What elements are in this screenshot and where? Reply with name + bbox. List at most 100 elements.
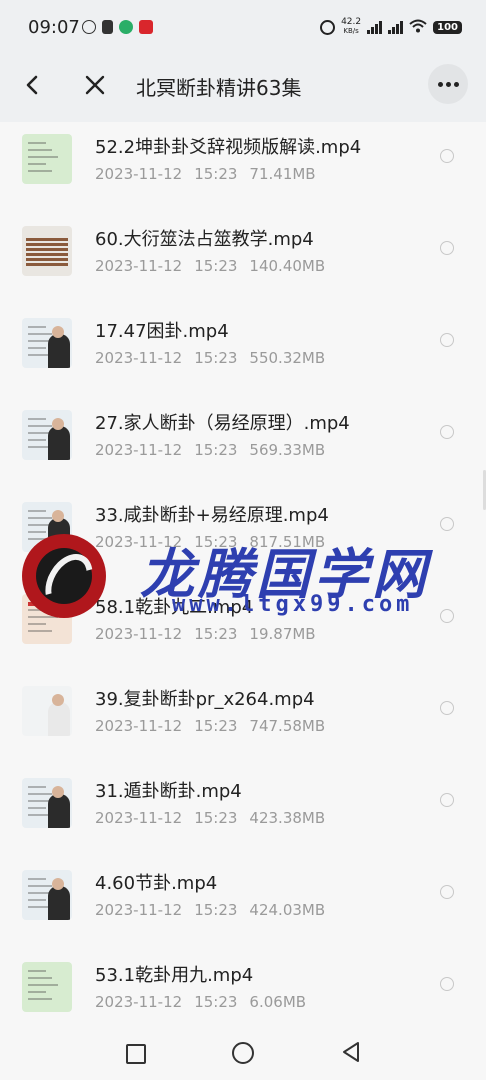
file-name: 27.家人断卦（易经原理）.mp4 (95, 413, 350, 434)
system-back-button[interactable] (340, 1040, 362, 1064)
file-list-item[interactable]: 4.60节卦.mp4 2023-11-12 15:23 424.03MB (0, 864, 486, 956)
video-thumbnail (22, 594, 72, 644)
select-radio[interactable] (440, 793, 454, 807)
select-radio[interactable] (440, 885, 454, 899)
video-thumbnail (22, 962, 72, 1012)
select-radio[interactable] (440, 333, 454, 347)
chevron-left-icon (26, 75, 38, 95)
app-header: 北冥断卦精讲63集 (0, 48, 486, 122)
file-list-item[interactable]: 39.复卦断卦pr_x264.mp4 2023-11-12 15:23 747.58M… (0, 680, 486, 772)
file-meta: 2023-11-12 15:23 19.87MB (95, 625, 316, 643)
speed-unit: KB/s (343, 27, 359, 35)
file-size: 423.38MB (249, 809, 326, 827)
select-radio[interactable] (440, 425, 454, 439)
k-app-icon (82, 20, 96, 34)
recent-apps-button[interactable] (126, 1044, 146, 1064)
file-size: 6.06MB (249, 993, 307, 1011)
file-meta: 2023-11-12 15:23 6.06MB (95, 993, 306, 1011)
battery-indicator: 100 (433, 20, 462, 34)
file-list-item[interactable]: 53.1乾卦用九.mp4 2023-11-12 15:23 6.06MB (0, 956, 486, 1018)
select-radio[interactable] (440, 241, 454, 255)
file-size: 747.58MB (249, 717, 326, 735)
select-radio[interactable] (440, 517, 454, 531)
select-radio[interactable] (440, 609, 454, 623)
file-time: 15:23 (194, 165, 238, 183)
file-date: 2023-11-12 (95, 165, 183, 183)
file-meta: 2023-11-12 15:23 550.32MB (95, 349, 325, 367)
file-list: 52.2坤卦卦爻辞视频版解读.mp4 2023-11-12 15:23 71.41MB… (0, 122, 486, 1018)
file-name: 17.47困卦.mp4 (95, 321, 229, 342)
file-time: 15:23 (194, 625, 238, 643)
file-date: 2023-11-12 (95, 257, 183, 275)
file-time: 15:23 (194, 441, 238, 459)
home-button[interactable] (232, 1042, 254, 1064)
file-date: 2023-11-12 (95, 993, 183, 1011)
wechat-icon (119, 20, 133, 34)
file-size: 71.41MB (249, 165, 316, 183)
file-list-item[interactable]: 31.遁卦断卦.mp4 2023-11-12 15:23 423.38MB (0, 772, 486, 864)
close-button[interactable] (80, 70, 110, 100)
select-radio[interactable] (440, 149, 454, 163)
more-options-button[interactable] (428, 64, 468, 104)
file-list-item[interactable]: 27.家人断卦（易经原理）.mp4 2023-11-12 15:23 569.33MB (0, 404, 486, 496)
file-size: 424.03MB (249, 901, 326, 919)
file-date: 2023-11-12 (95, 625, 183, 643)
file-time: 15:23 (194, 717, 238, 735)
status-time: 09:07 (28, 17, 80, 38)
file-meta: 2023-11-12 15:23 747.58MB (95, 717, 325, 735)
clipboard-icon (102, 20, 113, 34)
select-radio[interactable] (440, 701, 454, 715)
file-time: 15:23 (194, 533, 238, 551)
file-meta: 2023-11-12 15:23 423.38MB (95, 809, 325, 827)
more-dots-icon (437, 81, 459, 87)
video-thumbnail (22, 318, 72, 368)
file-name: 31.遁卦断卦.mp4 (95, 781, 242, 802)
file-size: 140.40MB (249, 257, 326, 275)
file-size: 550.32MB (249, 349, 326, 367)
video-thumbnail (22, 778, 72, 828)
back-button[interactable] (20, 70, 46, 100)
signal-2-icon (388, 20, 404, 34)
status-bar: 09:07 42.2 KB/s 100 (0, 0, 486, 48)
alarm-icon (320, 19, 336, 35)
notification-icons (82, 20, 153, 34)
triangle-back-icon (343, 1042, 359, 1062)
file-date: 2023-11-12 (95, 717, 183, 735)
file-name: 4.60节卦.mp4 (95, 873, 218, 894)
close-icon (85, 75, 105, 95)
status-indicators: 42.2 KB/s 100 (320, 18, 462, 36)
file-time: 15:23 (194, 901, 238, 919)
page-title: 北冥断卦精讲63集 (136, 76, 302, 100)
network-speed: 42.2 KB/s (341, 18, 361, 36)
file-time: 15:23 (194, 993, 238, 1011)
file-list-item[interactable]: 52.2坤卦卦爻辞视频版解读.mp4 2023-11-12 15:23 71.41MB (0, 128, 486, 220)
file-meta: 2023-11-12 15:23 817.51MB (95, 533, 325, 551)
file-size: 19.87MB (249, 625, 316, 643)
video-thumbnail (22, 410, 72, 460)
file-date: 2023-11-12 (95, 349, 183, 367)
file-list-item[interactable]: 60.大衍筮法占筮教学.mp4 2023-11-12 15:23 140.40MB (0, 220, 486, 312)
file-time: 15:23 (194, 809, 238, 827)
file-meta: 2023-11-12 15:23 71.41MB (95, 165, 316, 183)
speed-value: 42.2 (341, 17, 362, 27)
file-size: 817.51MB (249, 533, 326, 551)
video-thumbnail (22, 870, 72, 920)
file-list-item[interactable]: 33.咸卦断卦+易经原理.mp4 2023-11-12 15:23 817.51MB (0, 496, 486, 588)
file-name: 53.1乾卦用九.mp4 (95, 965, 254, 986)
file-list-item[interactable]: 17.47困卦.mp4 2023-11-12 15:23 550.32MB (0, 312, 486, 404)
file-date: 2023-11-12 (95, 441, 183, 459)
file-list-item[interactable]: 58.1乾卦九二.mp4 2023-11-12 15:23 19.87MB (0, 588, 486, 680)
file-time: 15:23 (194, 349, 238, 367)
file-meta: 2023-11-12 15:23 424.03MB (95, 901, 325, 919)
file-meta: 2023-11-12 15:23 569.33MB (95, 441, 325, 459)
video-thumbnail (22, 134, 72, 184)
file-time: 15:23 (194, 257, 238, 275)
file-date: 2023-11-12 (95, 901, 183, 919)
file-date: 2023-11-12 (95, 809, 183, 827)
system-nav-bar (0, 1018, 486, 1080)
wifi-icon (409, 19, 427, 36)
video-thumbnail (22, 686, 72, 736)
file-name: 58.1乾卦九二.mp4 (95, 597, 254, 618)
video-thumbnail (22, 226, 72, 276)
select-radio[interactable] (440, 977, 454, 991)
